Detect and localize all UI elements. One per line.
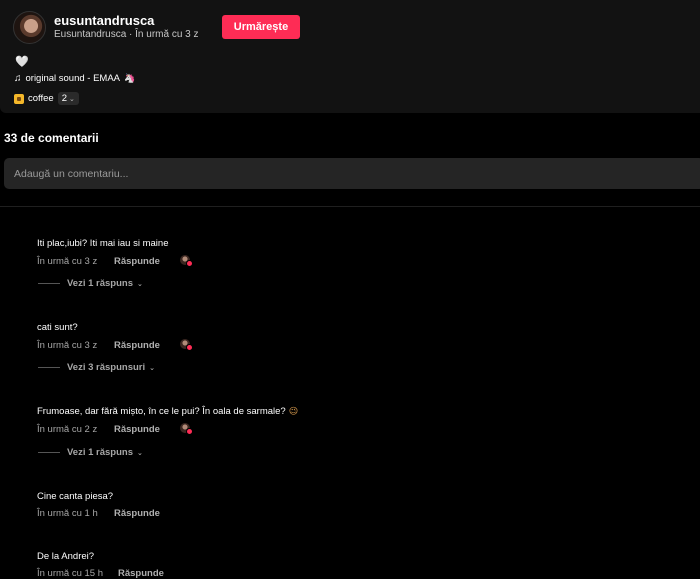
tag-count-dropdown[interactable]: 2 ⌄	[57, 92, 79, 105]
reply-button[interactable]: Răspunde	[114, 340, 160, 351]
sound-link[interactable]: ♫ original sound - EMAA 🦄	[14, 73, 135, 84]
comment-time: În urmă cu 2 z	[37, 423, 98, 435]
author-meta: Eusuntandrusca · În urmă cu 3 z	[54, 29, 199, 40]
view-replies-label: Vezi 1 răspuns	[67, 447, 134, 458]
view-replies-button[interactable]: Vezi 1 răspuns ⌄	[38, 447, 143, 458]
chevron-down-icon: ⌄	[137, 280, 143, 288]
view-replies-button[interactable]: Vezi 1 răspuns ⌄	[38, 278, 143, 289]
creator-liked-icon	[179, 339, 193, 351]
view-replies-label: Vezi 3 răspunsuri	[67, 362, 146, 373]
comment-text: Cine canta piesa?	[37, 491, 114, 502]
comment-text: Iti plac,iubi? Iti mai iau si maine	[37, 238, 169, 249]
comment-item: Frumoase, dar fără mișto, în ce le pui? …	[37, 406, 677, 435]
sound-label: original sound - EMAA	[25, 73, 121, 84]
heart-icon: 🤍	[15, 56, 29, 68]
reply-button[interactable]: Răspunde	[114, 256, 160, 267]
comment-item: Iti plac,iubi? Iti mai iau si maine În u…	[37, 238, 677, 267]
comments-count-title: 33 de comentarii	[4, 131, 99, 145]
comment-text: Frumoase, dar fără mișto, în ce le pui? …	[37, 406, 286, 417]
comment-item: Cine canta piesa? În urmă cu 1 h Răspund…	[37, 491, 677, 519]
comment-text: De la Andrei?	[37, 551, 95, 562]
tag-label[interactable]: coffee	[28, 93, 54, 104]
divider-line	[38, 367, 60, 368]
divider	[0, 206, 700, 207]
coffee-icon	[14, 93, 24, 104]
comment-text-row: Frumoase, dar fără mișto, în ce le pui? …	[37, 406, 677, 417]
view-replies-label: Vezi 1 răspuns	[67, 278, 134, 289]
comment-item: De la Andrei? În urmă cu 15 h Răspunde	[37, 551, 677, 579]
comment-text: cati sunt?	[37, 322, 78, 333]
post-info-card: eusuntandrusca Eusuntandrusca · În urmă …	[0, 0, 700, 113]
comment-time: În urmă cu 15 h	[37, 568, 104, 579]
music-note-icon: ♫	[14, 73, 22, 84]
page: eusuntandrusca Eusuntandrusca · În urmă …	[0, 0, 700, 579]
chevron-down-icon: ⌄	[149, 364, 156, 372]
unicorn-emoji-icon: 🦄	[124, 73, 136, 83]
reply-button[interactable]: Răspunde	[118, 568, 164, 579]
comment-time: În urmă cu 1 h	[37, 508, 98, 519]
chevron-down-icon: ⌄	[137, 449, 143, 457]
comment-time: În urmă cu 3 z	[37, 255, 98, 267]
comment-time: În urmă cu 3 z	[37, 339, 98, 351]
follow-button[interactable]: Urmărește	[222, 15, 300, 39]
comment-item: cati sunt? În urmă cu 3 z Răspunde	[37, 322, 677, 351]
reply-button[interactable]: Răspunde	[114, 424, 160, 435]
chevron-down-icon: ⌄	[69, 95, 75, 103]
creator-liked-icon	[179, 255, 193, 267]
divider-line	[38, 452, 60, 453]
tag-count-value: 2	[61, 93, 68, 104]
reply-button[interactable]: Răspunde	[114, 508, 160, 519]
divider-line	[38, 283, 60, 284]
wink-emoji-icon: 😉	[288, 406, 299, 416]
creator-liked-icon	[179, 423, 193, 435]
tag-row: coffee 2 ⌄	[14, 92, 79, 105]
add-comment-input[interactable]	[4, 158, 700, 189]
author-name[interactable]: eusuntandrusca	[54, 13, 154, 28]
view-replies-button[interactable]: Vezi 3 răspunsuri ⌄	[38, 362, 155, 373]
author-avatar[interactable]	[13, 11, 46, 44]
